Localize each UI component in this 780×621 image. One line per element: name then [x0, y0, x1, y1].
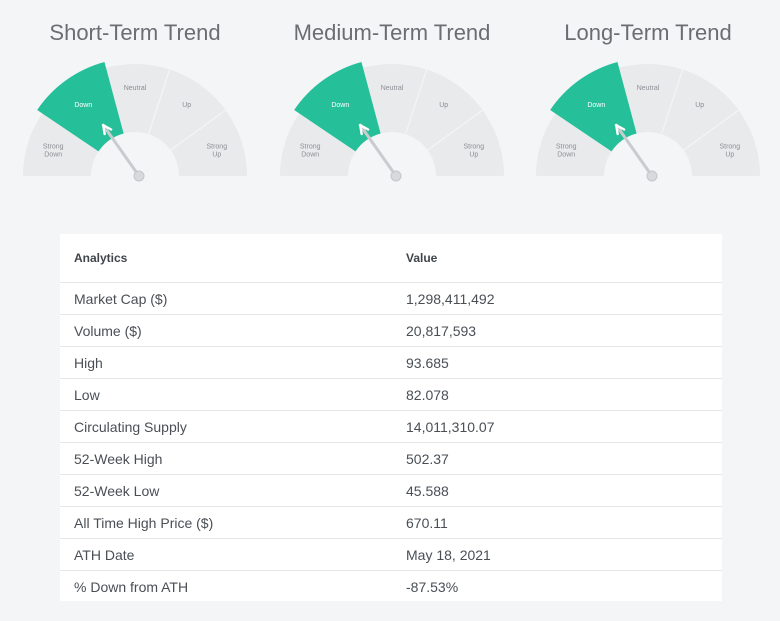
gauge-short-term: Short-Term Trend Strong Down Down Neutral Up… [5, 0, 265, 200]
metric-value: 45.588 [406, 474, 722, 507]
gauge-label-strong-down: Strong Down [43, 143, 64, 158]
gauge-label-neutral: Neutral [124, 85, 147, 92]
metric-name: 52-Week Low [60, 474, 406, 507]
gauge-label-down: Down [587, 102, 605, 109]
gauge-label-down: Down [74, 102, 92, 109]
gauge-dial: Strong DownDownNeutralUpStrong Up [280, 62, 504, 182]
table-row: Volume ($) 20,817,593 [60, 314, 722, 347]
metric-value: 14,011,310.07 [406, 410, 722, 443]
table-row: Low 82.078 [60, 378, 722, 411]
needle-pivot [646, 170, 658, 182]
metric-name: Market Cap ($) [60, 282, 406, 315]
table-row: % Down from ATH -87.53% [60, 570, 722, 602]
metric-value: -87.53% [406, 570, 722, 602]
table-row: High 93.685 [60, 346, 722, 379]
metric-name: % Down from ATH [60, 570, 406, 602]
gauge-dial: Strong DownDownNeutralUpStrong Up [23, 62, 247, 182]
table-row: ATH Date May 18, 2021 [60, 538, 722, 571]
metric-name: ATH Date [60, 538, 406, 571]
table-row: Market Cap ($) 1,298,411,492 [60, 282, 722, 315]
gauge-label-strong-down: Strong Down [300, 143, 321, 158]
gauge-dial: Strong DownDownNeutralUpStrong Up [536, 62, 760, 182]
metric-value: 1,298,411,492 [406, 282, 722, 315]
column-header-value: Value [406, 251, 438, 265]
metric-value: 20,817,593 [406, 314, 722, 347]
needle-pivot [133, 170, 145, 182]
table-row: 52-Week Low 45.588 [60, 474, 722, 507]
needle-pivot [390, 170, 402, 182]
metric-name: Low [60, 378, 406, 411]
metric-name: Volume ($) [60, 314, 406, 347]
gauge-label-up: Up [182, 102, 191, 109]
metric-name: 52-Week High [60, 442, 406, 475]
gauge-medium-term: Medium-Term Trend Strong Down Down Neutral U… [262, 0, 522, 200]
metric-value: 670.11 [406, 506, 722, 539]
table-row: 52-Week High 502.37 [60, 442, 722, 475]
metric-value: 93.685 [406, 346, 722, 379]
table-row: Circulating Supply 14,011,310.07 [60, 410, 722, 443]
trend-gauges: Short-Term Trend Strong Down Down Neutral Up… [0, 0, 780, 200]
metric-value: 82.078 [406, 378, 722, 411]
table-header-row: Analytics Value [60, 234, 722, 283]
metric-name: All Time High Price ($) [60, 506, 406, 539]
gauge-long-term: Long-Term Trend Strong Down Down Neutral Up S… [518, 0, 778, 200]
gauge-label-neutral: Neutral [637, 85, 660, 92]
metric-value: May 18, 2021 [406, 538, 722, 571]
gauge-label-neutral: Neutral [381, 85, 404, 92]
gauge-label-up: Up [439, 102, 448, 109]
gauge-label-strong-down: Strong Down [556, 143, 577, 158]
analytics-table-card: Analytics Value Market Cap ($) 1,298,411,… [60, 234, 722, 602]
gauge-label-up: Up [695, 102, 704, 109]
metric-name: High [60, 346, 406, 379]
metric-name: Circulating Supply [60, 410, 406, 443]
table-row: All Time High Price ($) 670.11 [60, 506, 722, 539]
metric-value: 502.37 [406, 442, 722, 475]
gauge-label-down: Down [331, 102, 349, 109]
analytics-table: Analytics Value Market Cap ($) 1,298,411,… [60, 234, 722, 602]
column-header-analytics: Analytics [74, 251, 128, 265]
